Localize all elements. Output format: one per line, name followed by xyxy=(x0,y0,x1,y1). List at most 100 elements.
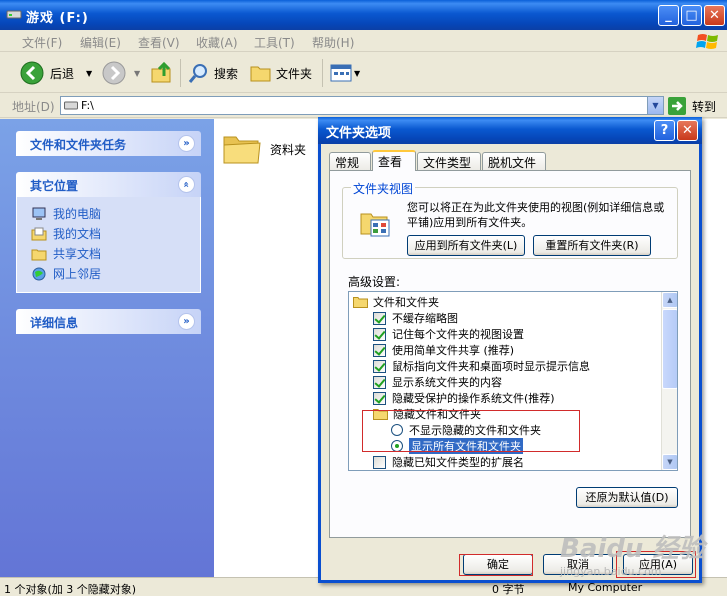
dialog-titlebar[interactable]: 文件夹选项 ? ✕ xyxy=(318,117,702,144)
chevron-down-icon[interactable]: » xyxy=(178,135,195,152)
up-folder-button[interactable] xyxy=(150,61,174,85)
views-icon xyxy=(330,64,352,82)
ok-button[interactable]: 确定 xyxy=(463,554,533,575)
window-title: 游戏 (F:) xyxy=(26,11,89,26)
close-button[interactable]: ✕ xyxy=(704,5,725,26)
menu-file[interactable]: 文件(F) xyxy=(22,34,62,51)
setting-no-thumbnail-cache[interactable]: 不缓存缩略图 xyxy=(373,310,458,326)
minimize-button[interactable]: _ xyxy=(658,5,679,26)
cancel-button[interactable]: 取消 xyxy=(543,554,613,575)
tree-folder-files-and-folders: 文件和文件夹 xyxy=(353,294,439,310)
tree-label: 文件和文件夹 xyxy=(373,296,439,309)
search-button[interactable]: 搜索 xyxy=(188,61,238,85)
folders-button[interactable]: 文件夹 xyxy=(250,61,312,85)
address-dropdown-button[interactable]: ▼ xyxy=(647,97,663,114)
scroll-up-arrow-icon[interactable]: ▲ xyxy=(662,292,677,308)
shared-folder-icon xyxy=(31,249,47,260)
menu-edit[interactable]: 编辑(E) xyxy=(80,34,121,51)
checkbox[interactable] xyxy=(373,327,386,341)
go-label: 转到 xyxy=(692,99,717,114)
tab-offline-files[interactable]: 脱机文件 xyxy=(482,152,546,170)
advanced-settings-tree[interactable]: 文件和文件夹 不缓存缩略图 记住每个文件夹的视图设置 使用简单文件共享 (推荐)… xyxy=(348,291,678,471)
windows-logo-icon xyxy=(696,34,718,49)
reset-all-folders-button[interactable]: 重置所有文件夹(R) xyxy=(533,235,651,256)
help-icon: ? xyxy=(660,123,669,138)
go-button[interactable]: 转到 xyxy=(668,97,716,115)
checkbox[interactable] xyxy=(373,343,386,357)
setting-remember-view[interactable]: 记住每个文件夹的视图设置 xyxy=(373,326,524,342)
menu-help[interactable]: 帮助(H) xyxy=(312,34,354,51)
help-button[interactable]: ? xyxy=(654,120,675,141)
restore-defaults-button[interactable]: 还原为默认值(D) xyxy=(576,487,678,508)
address-input[interactable]: F:\ ▼ xyxy=(60,96,664,115)
place-shared-documents[interactable]: 共享文档 xyxy=(31,245,101,262)
panel-other-places[interactable]: 其它位置 » xyxy=(16,172,201,197)
folder-views-icon xyxy=(360,213,390,237)
folder-icon xyxy=(373,409,388,420)
setting-simple-file-sharing[interactable]: 使用简单文件共享 (推荐) xyxy=(373,342,514,358)
panel-details[interactable]: 详细信息 » xyxy=(16,309,201,334)
panel-file-tasks[interactable]: 文件和文件夹任务 » xyxy=(16,131,201,156)
close-icon: ✕ xyxy=(709,8,720,23)
setting-show-system-folder-contents[interactable]: 显示系统文件夹的内容 xyxy=(373,374,502,390)
chevron-down-icon: ▼ xyxy=(652,101,659,110)
scroll-thumb[interactable] xyxy=(662,309,677,389)
setting-hide-extensions[interactable]: 隐藏已知文件类型的扩展名 xyxy=(373,454,524,470)
minimize-icon: _ xyxy=(665,8,672,23)
place-label: 我的文档 xyxy=(53,227,102,241)
status-objects: 1 个对象(加 3 个隐藏对象) xyxy=(4,583,137,596)
back-dropdown-icon[interactable]: ▼ xyxy=(86,69,92,78)
address-label: 地址(D) xyxy=(12,100,55,114)
checkbox[interactable] xyxy=(373,455,386,469)
back-button[interactable]: 后退 ▼ xyxy=(20,61,92,85)
tab-file-types[interactable]: 文件类型 xyxy=(417,152,481,170)
option-do-not-show-hidden[interactable]: 不显示隐藏的文件和文件夹 xyxy=(391,422,541,438)
tree-label: 隐藏文件和文件夹 xyxy=(393,408,481,421)
menu-favorites[interactable]: 收藏(A) xyxy=(196,34,238,51)
close-icon: ✕ xyxy=(682,123,693,138)
menu-view[interactable]: 查看(V) xyxy=(138,34,180,51)
views-button[interactable]: ▼ xyxy=(330,61,360,85)
setting-hide-protected-os-files[interactable]: 隐藏受保护的操作系统文件(推荐) xyxy=(373,390,555,406)
setting-label: 不缓存缩略图 xyxy=(392,312,458,325)
place-my-computer[interactable]: 我的电脑 xyxy=(31,205,101,222)
radio-button[interactable] xyxy=(391,440,403,452)
tab-view[interactable]: 查看 xyxy=(372,150,416,171)
view-tab-page: 文件夹视图 您可以将正在为此文件夹使用的视图(例如详细信息或平铺)应用到所有文件… xyxy=(329,170,691,538)
radio-button[interactable] xyxy=(391,424,403,436)
setting-label: 鼠标指向文件夹和桌面项时显示提示信息 xyxy=(392,360,590,373)
folder-views-description: 您可以将正在为此文件夹使用的视图(例如详细信息或平铺)应用到所有文件夹。 xyxy=(407,201,665,229)
checkbox[interactable] xyxy=(373,359,386,373)
chevron-down-icon[interactable]: » xyxy=(178,313,195,330)
scroll-down-arrow-icon[interactable]: ▼ xyxy=(662,454,677,470)
forward-dropdown-icon[interactable]: ▼ xyxy=(134,69,140,78)
forward-button[interactable]: ▼ xyxy=(102,61,140,85)
place-my-documents[interactable]: 我的文档 xyxy=(31,225,101,242)
explorer-titlebar[interactable]: 游戏 (F:) _ □ ✕ xyxy=(0,0,727,30)
documents-folder-icon xyxy=(31,227,47,240)
checkbox[interactable] xyxy=(373,311,386,325)
up-folder-icon xyxy=(151,61,171,83)
panel-other-places-title: 其它位置 xyxy=(30,179,79,193)
folders-label: 文件夹 xyxy=(276,66,313,81)
checkbox[interactable] xyxy=(373,375,386,389)
tab-general[interactable]: 常规 xyxy=(329,152,371,170)
option-show-all-files[interactable]: 显示所有文件和文件夹 xyxy=(391,438,523,454)
setting-show-popup-tips[interactable]: 鼠标指向文件夹和桌面项时显示提示信息 xyxy=(373,358,590,374)
chevron-up-icon[interactable]: » xyxy=(178,176,195,193)
place-label: 共享文档 xyxy=(53,247,102,261)
apply-button[interactable]: 应用(A) xyxy=(623,554,693,575)
address-value: F:\ xyxy=(81,99,94,112)
tree-scrollbar[interactable]: ▲ ▼ xyxy=(661,292,677,470)
place-network[interactable]: 网上邻居 xyxy=(31,265,101,282)
apply-to-all-folders-button[interactable]: 应用到所有文件夹(L) xyxy=(407,235,525,256)
panel-other-places-body: 我的电脑 我的文档 共享文档 网上邻居 xyxy=(16,197,201,293)
folder-views-group: 文件夹视图 您可以将正在为此文件夹使用的视图(例如详细信息或平铺)应用到所有文件… xyxy=(342,180,678,259)
task-pane: 文件和文件夹任务 » 其它位置 » 我的电脑 我的文档 共享文档 网上邻居 详细… xyxy=(0,119,214,577)
dialog-close-button[interactable]: ✕ xyxy=(677,120,698,141)
maximize-button[interactable]: □ xyxy=(681,5,702,26)
maximize-icon: □ xyxy=(685,8,698,23)
menu-tools[interactable]: 工具(T) xyxy=(254,34,295,51)
views-dropdown-icon: ▼ xyxy=(354,68,361,78)
checkbox[interactable] xyxy=(373,391,386,405)
